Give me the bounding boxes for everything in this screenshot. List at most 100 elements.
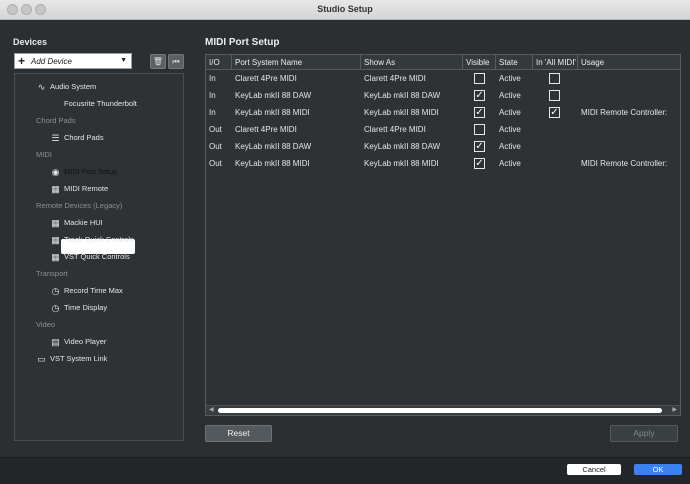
tree-item[interactable]: ◷ Record Time Max <box>15 283 183 299</box>
visible-cell: ✓ <box>463 155 496 172</box>
tree-item[interactable]: ▦ VST Quick Controls <box>15 249 183 265</box>
usage-cell: MIDI Remote Controller: <box>581 108 668 117</box>
column-header[interactable]: In 'All MIDI' <box>533 55 578 70</box>
table-row[interactable]: In Clarett 4Pre MIDI Clarett 4Pre MIDI Acti… <box>206 70 680 87</box>
visible-checkbox[interactable] <box>474 73 485 84</box>
visible-checkbox[interactable]: ✓ <box>474 107 485 118</box>
cancel-button[interactable]: Cancel <box>567 464 621 475</box>
tree-item[interactable]: ▦ Track Quick Controls <box>15 232 183 248</box>
state-cell: Active <box>499 74 521 83</box>
tree-item-label: Record Time Max <box>64 286 123 295</box>
studio-setup-window: Studio Setup Devices + Add Device ▼ 🗑 ⏮ … <box>0 0 690 484</box>
port-cell: Clarett 4Pre MIDI <box>235 74 297 83</box>
usage-cell <box>578 138 680 155</box>
title-bar: Studio Setup <box>0 0 690 20</box>
show-as-cell[interactable]: Clarett 4Pre MIDI <box>361 121 463 138</box>
show-as-cell[interactable]: KeyLab mkII 88 MIDI <box>361 155 463 172</box>
ok-button[interactable]: OK <box>634 464 682 475</box>
horizontal-scrollbar[interactable]: ◀ ▶ <box>206 405 680 415</box>
all-midi-checkbox[interactable] <box>549 90 560 101</box>
monitor-icon: ▭ <box>37 354 46 364</box>
tree-item-label: Chord Pads <box>64 133 104 142</box>
tree-item[interactable]: ◷ Time Display <box>15 300 183 316</box>
show-as-cell[interactable]: Clarett 4Pre MIDI <box>361 70 463 87</box>
tree-item-label: MIDI Remote <box>64 184 109 193</box>
all-midi-cell: ✓ <box>533 104 578 121</box>
all-midi-checkbox[interactable] <box>549 73 560 84</box>
tree-item[interactable]: ☰ Chord Pads <box>15 130 183 146</box>
devices-heading: Devices <box>13 37 48 47</box>
usage-cell: MIDI Remote Controller: <box>581 159 668 168</box>
column-header[interactable]: Port System Name <box>232 55 361 70</box>
film-icon: ▤ <box>51 337 60 347</box>
state-cell: Active <box>499 108 521 117</box>
tree-item-label: Video Player <box>64 337 107 346</box>
reset-device-button[interactable]: ⏮ <box>168 54 184 69</box>
visible-checkbox[interactable]: ✓ <box>474 90 485 101</box>
column-header[interactable]: I/O <box>206 55 232 70</box>
tree-item-label: VST Quick Controls <box>64 252 130 261</box>
column-header[interactable]: Usage <box>578 55 680 70</box>
column-header[interactable]: Visible <box>463 55 496 70</box>
delete-device-button[interactable]: 🗑 <box>150 54 166 69</box>
plus-icon: + <box>18 54 26 68</box>
tree-item[interactable]: ∿ Audio System <box>15 79 183 95</box>
table-row[interactable]: Out KeyLab mkII 88 DAW KeyLab mkII 88 DAW ✓… <box>206 138 680 155</box>
tree-item-label: Time Display <box>64 303 108 312</box>
tree-item[interactable]: ▤ Video Player <box>15 334 183 350</box>
clock-icon: ◷ <box>51 303 60 313</box>
column-header[interactable]: Show As <box>361 55 463 70</box>
window-title: Studio Setup <box>317 4 373 14</box>
usage-cell <box>578 121 680 138</box>
show-as-cell[interactable]: KeyLab mkII 88 DAW <box>361 87 463 104</box>
all-midi-cell <box>533 70 578 87</box>
io-cell: Out <box>209 159 222 168</box>
all-midi-cell <box>533 87 578 104</box>
visible-cell <box>463 121 496 138</box>
port-cell: KeyLab mkII 88 DAW <box>235 142 312 151</box>
skip-back-icon: ⏮ <box>172 57 180 66</box>
state-cell: Active <box>499 159 521 168</box>
io-cell: In <box>209 91 216 100</box>
visible-checkbox[interactable] <box>474 124 485 135</box>
scroll-left-icon[interactable]: ◀ <box>209 406 214 415</box>
midi-port-icon: ◉ <box>51 167 60 177</box>
keyboard-icon: ▦ <box>51 218 60 228</box>
tree-item[interactable]: ▦ Mackie HUI <box>15 215 183 231</box>
add-device-dropdown[interactable]: + Add Device ▼ <box>14 53 132 69</box>
visible-cell: ✓ <box>463 104 496 121</box>
tree-item-label: Audio System <box>50 82 97 91</box>
tree-category-label: Transport <box>36 269 68 278</box>
tree-item[interactable]: ◉ MIDI Port Setup <box>15 164 183 180</box>
all-midi-checkbox[interactable]: ✓ <box>549 107 560 118</box>
table-row[interactable]: Out Clarett 4Pre MIDI Clarett 4Pre MIDI Act… <box>206 121 680 138</box>
show-as-cell[interactable]: KeyLab mkII 88 MIDI <box>361 104 463 121</box>
tree-category: Remote Devices (Legacy) <box>15 198 183 214</box>
apply-button[interactable]: Apply <box>610 425 678 442</box>
table-row[interactable]: In KeyLab mkII 88 DAW KeyLab mkII 88 DAW ✓ A… <box>206 87 680 104</box>
page-title: MIDI Port Setup <box>205 37 280 48</box>
tree-category: Video <box>15 317 183 333</box>
tree-item[interactable]: ▭ VST System Link <box>15 351 183 367</box>
tree-category-label: Remote Devices (Legacy) <box>36 201 123 210</box>
tree-category-label: Chord Pads <box>36 116 76 125</box>
keyboard-icon: ▦ <box>51 184 60 194</box>
sliders-icon: ☰ <box>51 133 60 143</box>
tree-item[interactable]: Focusrite Thunderbolt <box>15 96 183 112</box>
chevron-down-icon: ▼ <box>120 57 127 64</box>
all-midi-cell <box>533 121 578 138</box>
show-as-cell[interactable]: KeyLab mkII 88 DAW <box>361 138 463 155</box>
scroll-right-icon[interactable]: ▶ <box>672 406 677 415</box>
tree-item[interactable]: ▦ MIDI Remote <box>15 181 183 197</box>
table-row[interactable]: Out KeyLab mkII 88 MIDI KeyLab mkII 88 MID… <box>206 155 680 172</box>
scrollbar-thumb[interactable] <box>218 408 662 413</box>
visible-checkbox[interactable]: ✓ <box>474 158 485 169</box>
port-cell: Clarett 4Pre MIDI <box>235 125 297 134</box>
column-header[interactable]: State <box>496 55 533 70</box>
waveform-icon: ∿ <box>37 82 46 92</box>
table-row[interactable]: In KeyLab mkII 88 MIDI KeyLab mkII 88 MIDI… <box>206 104 680 121</box>
tree-category: MIDI <box>15 147 183 163</box>
reset-button[interactable]: Reset <box>205 425 272 442</box>
state-cell: Active <box>499 142 521 151</box>
visible-checkbox[interactable]: ✓ <box>474 141 485 152</box>
